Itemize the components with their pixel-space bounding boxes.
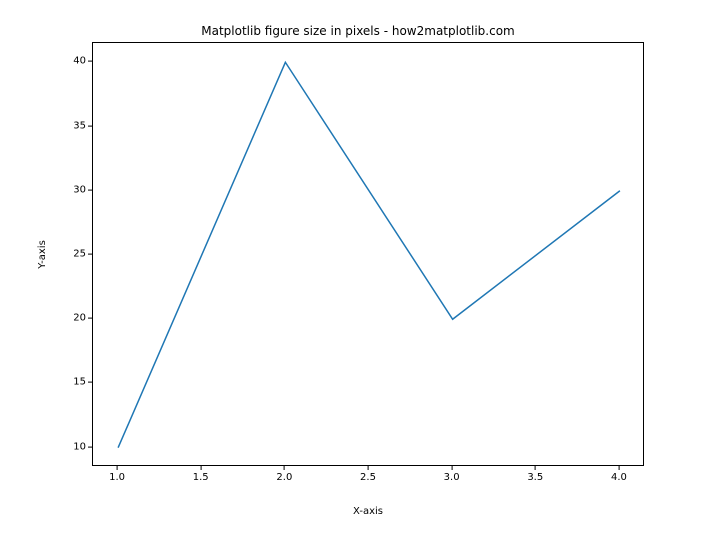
chart-figure: Matplotlib figure size in pixels - how2m…	[0, 0, 716, 537]
x-tick-label: 2.5	[360, 472, 376, 483]
data-line	[118, 62, 620, 447]
x-tick-mark	[200, 466, 201, 470]
y-tick-mark	[88, 318, 92, 319]
y-tick-mark	[88, 125, 92, 126]
x-axis-label: X-axis	[92, 506, 644, 517]
y-tick-label: 20	[62, 313, 86, 324]
line-plot	[93, 43, 643, 465]
y-axis-label: Y-axis	[36, 42, 48, 466]
x-tick-mark	[284, 466, 285, 470]
y-tick-mark	[88, 382, 92, 383]
plot-area	[92, 42, 644, 466]
y-tick-label: 30	[62, 184, 86, 195]
x-tick-mark	[535, 466, 536, 470]
y-tick-label: 10	[62, 441, 86, 452]
y-tick-mark	[88, 61, 92, 62]
y-tick-mark	[88, 446, 92, 447]
y-tick-label: 15	[62, 377, 86, 388]
x-tick-label: 3.0	[444, 472, 460, 483]
x-tick-mark	[368, 466, 369, 470]
x-tick-mark	[117, 466, 118, 470]
x-tick-label: 4.0	[611, 472, 627, 483]
x-tick-mark	[451, 466, 452, 470]
y-tick-label: 35	[62, 120, 86, 131]
x-tick-label: 3.5	[527, 472, 543, 483]
y-tick-mark	[88, 189, 92, 190]
y-tick-mark	[88, 254, 92, 255]
y-tick-label: 40	[62, 56, 86, 67]
x-tick-label: 1.0	[109, 472, 125, 483]
x-tick-label: 2.0	[276, 472, 292, 483]
x-tick-label: 1.5	[193, 472, 209, 483]
y-tick-label: 25	[62, 249, 86, 260]
chart-title: Matplotlib figure size in pixels - how2m…	[0, 24, 716, 38]
x-tick-mark	[619, 466, 620, 470]
